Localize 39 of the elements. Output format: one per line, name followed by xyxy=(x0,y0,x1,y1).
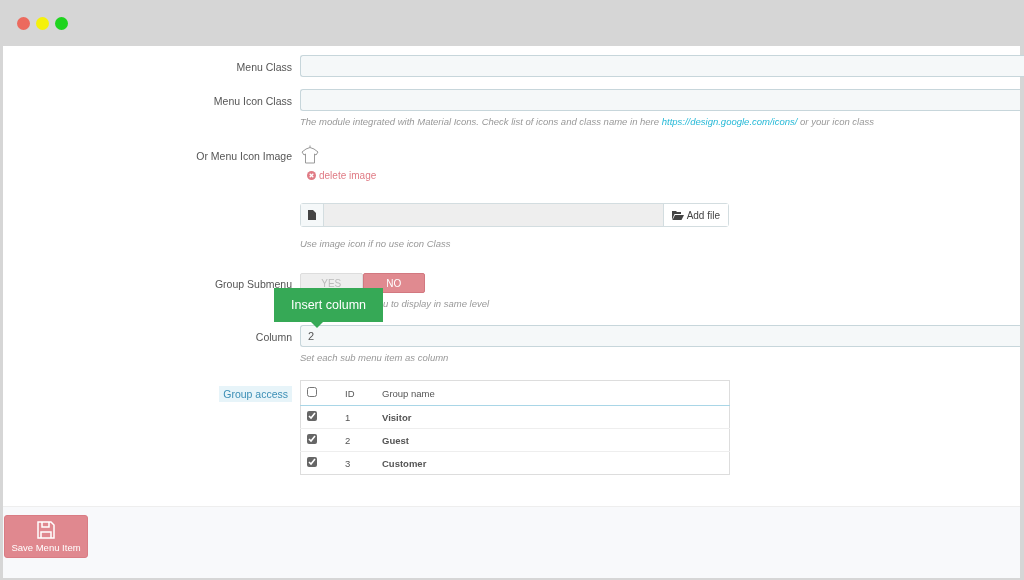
help-text: Set each sub menu item as column xyxy=(300,352,450,363)
table-cell: 2 xyxy=(339,428,376,452)
tooltip: Insert column xyxy=(274,288,383,328)
window-control-button[interactable] xyxy=(55,16,68,30)
help-text: Use image icon if no use icon Class xyxy=(300,238,452,249)
column-header: ID xyxy=(339,380,376,406)
menu-class-field[interactable] xyxy=(300,55,1024,77)
menu-icon-class-field[interactable] xyxy=(300,89,1020,111)
close-icon xyxy=(307,171,316,180)
table-cell: Customer xyxy=(376,451,730,475)
file-icon xyxy=(308,210,316,220)
row-checkbox[interactable] xyxy=(307,411,317,421)
table-cell: Visitor xyxy=(376,405,730,429)
file-field[interactable]: Add file xyxy=(300,203,729,227)
delete-image-link[interactable]: delete image xyxy=(307,170,1020,181)
row-checkbox[interactable] xyxy=(307,434,317,444)
window-control-button[interactable] xyxy=(17,16,30,30)
help-text: The module integrated with Material Icons. Check list of icons and class name in here https://design.google.com/icons/ or your icon class xyxy=(300,116,875,127)
column-header: Group name xyxy=(376,380,730,406)
row-checkbox[interactable] xyxy=(307,457,317,467)
add-file-button[interactable]: Add file xyxy=(662,204,728,226)
toggle-option[interactable]: NO xyxy=(362,273,425,293)
field-label: Group access xyxy=(219,386,292,402)
field-label: Menu Class xyxy=(235,60,292,73)
table-cell: 3 xyxy=(339,451,376,475)
window-control-button[interactable] xyxy=(36,16,49,30)
help-text: u to display in same level xyxy=(383,298,491,309)
field-label: Or Menu Icon Image xyxy=(195,149,292,162)
table-cell: 1 xyxy=(339,405,376,429)
field-label: Column xyxy=(254,330,292,343)
link[interactable]: https://design.google.com/icons/ xyxy=(661,116,798,127)
column-field[interactable]: 2 xyxy=(300,325,1020,347)
table-cell: Guest xyxy=(376,428,730,452)
folder-icon xyxy=(671,210,684,220)
field-label: Menu Icon Class xyxy=(212,94,292,107)
field-label: Group Submenu xyxy=(213,277,292,290)
select-all-checkbox[interactable] xyxy=(307,387,317,397)
shirt-icon xyxy=(300,144,320,164)
save-button[interactable]: Save Menu Item xyxy=(4,515,88,558)
